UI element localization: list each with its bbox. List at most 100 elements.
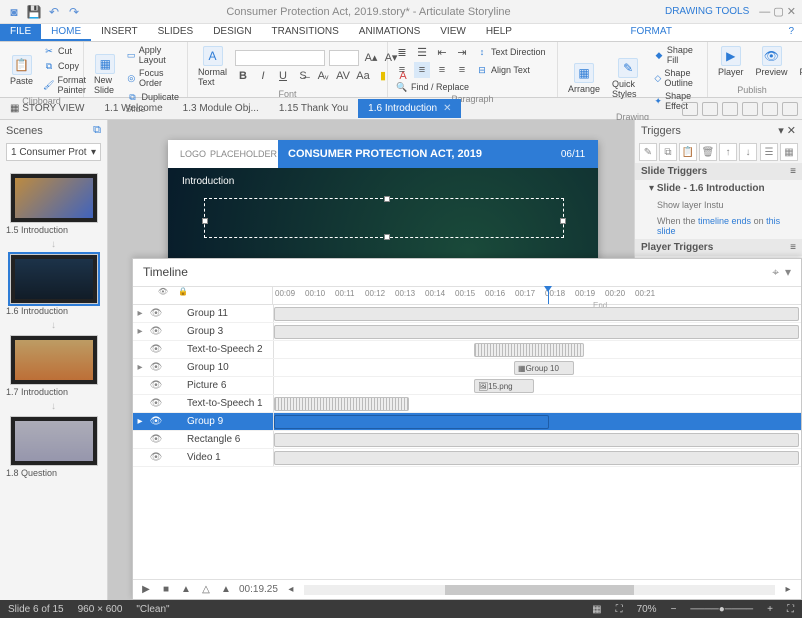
timeline-scrollbar[interactable] — [304, 585, 775, 595]
slide-thumb[interactable] — [10, 254, 98, 304]
tab-format[interactable]: FORMAT — [620, 24, 681, 41]
story-view-tab[interactable]: ▦ STORY VIEW — [0, 99, 94, 118]
timeline-collapse-icon[interactable]: ▾ — [785, 265, 791, 279]
text-direction-button[interactable]: ↕Text Direction — [474, 45, 548, 59]
zoom-pct[interactable]: 70% — [637, 604, 657, 615]
apply-layout-button[interactable]: ▭Apply Layout — [124, 44, 181, 66]
tab-file[interactable]: FILE — [0, 24, 41, 41]
align-text-button[interactable]: ⊟Align Text — [474, 63, 532, 77]
move-up-icon[interactable]: ↑ — [719, 143, 737, 161]
timeline-row[interactable]: 👁Picture 6🖼 15.png — [133, 377, 801, 395]
timeline-row[interactable]: 👁Text-to-Speech 1 — [133, 395, 801, 413]
tab-home[interactable]: HOME — [41, 24, 91, 41]
view-phone-landscape-icon[interactable] — [742, 102, 758, 116]
shape-outline-button[interactable]: ◇Shape Outline — [652, 67, 701, 89]
view-desktop-icon[interactable] — [682, 102, 698, 116]
manage-icon[interactable]: ▦ — [780, 143, 798, 161]
tab-welcome[interactable]: 1.1 Welcome — [94, 99, 172, 118]
play-icon[interactable]: ▶ — [139, 583, 153, 597]
scroll-left-icon[interactable]: ◂ — [284, 583, 298, 597]
timeline-ruler[interactable]: 00:09 00:10 00:11 00:12 00:13 00:14 00:1… — [273, 287, 801, 304]
view-settings-icon[interactable] — [782, 102, 798, 116]
publish-button[interactable]: ☁Publish — [796, 44, 802, 79]
timeline-row-selected[interactable]: ▸👁Group 9 — [133, 413, 801, 431]
bold-icon[interactable]: B — [235, 68, 251, 84]
redo-icon[interactable]: ↷ — [66, 4, 82, 20]
eye-col-icon[interactable]: 👁 — [153, 287, 173, 304]
char-spacing-icon[interactable]: AV — [335, 68, 351, 84]
tab-insert[interactable]: INSERT — [91, 24, 148, 41]
tab-introduction[interactable]: 1.6 Introduction✕ — [358, 99, 461, 118]
tab-animations[interactable]: ANIMATIONS — [349, 24, 430, 41]
expand-col-icon[interactable] — [133, 287, 153, 304]
timeline-row[interactable]: 👁Text-to-Speech 2 — [133, 341, 801, 359]
fit-window-icon[interactable]: ⛶ — [787, 604, 794, 615]
format-painter-button[interactable]: 🖌Format Painter — [41, 74, 89, 96]
playhead[interactable] — [548, 287, 549, 304]
arrange-button[interactable]: ▦Arrange — [564, 61, 604, 96]
new-trigger-icon[interactable]: ✎ — [639, 143, 657, 161]
align-left-icon[interactable]: ≡ — [394, 62, 410, 78]
zoom-out-timeline-icon[interactable]: ▲ — [179, 583, 193, 597]
tab-view[interactable]: VIEW — [430, 24, 476, 41]
minimize-icon[interactable]: ― — [759, 6, 770, 18]
quick-styles-button[interactable]: ✎Quick Styles — [608, 56, 648, 101]
undo-icon[interactable]: ↶ — [46, 4, 62, 20]
player-triggers-header[interactable]: Player Triggers≡ — [635, 239, 802, 256]
bullets-icon[interactable]: ≣ — [394, 44, 410, 60]
maximize-icon[interactable]: ▢ — [773, 6, 783, 18]
player-button[interactable]: ▶Player — [714, 44, 748, 79]
close-icon[interactable]: ✕ — [787, 6, 796, 18]
zoom-reset-timeline-icon[interactable]: △ — [199, 583, 213, 597]
paste-button[interactable]: 📋Paste — [6, 53, 37, 88]
lock-col-icon[interactable]: 🔒 — [173, 287, 193, 304]
view-tablet-landscape-icon[interactable] — [702, 102, 718, 116]
new-slide-button[interactable]: ▦New Slide — [90, 52, 120, 97]
stop-icon[interactable]: ■ — [159, 583, 173, 597]
zoom-in-timeline-icon[interactable]: ▲ — [219, 583, 233, 597]
help-icon[interactable]: ? — [780, 24, 802, 41]
shadow-icon[interactable]: Aᵥ — [315, 68, 331, 84]
view-tablet-portrait-icon[interactable] — [722, 102, 738, 116]
trigger-action[interactable]: Show layer Instu — [635, 197, 802, 213]
underline-icon[interactable]: U — [275, 68, 291, 84]
slide-triggers-header[interactable]: Slide Triggers≡ — [635, 163, 802, 180]
scene-selector[interactable]: 1 Consumer Prot▾ — [6, 143, 101, 161]
indent-dec-icon[interactable]: ⇤ — [434, 44, 450, 60]
tab-design[interactable]: DESIGN — [203, 24, 261, 41]
align-right-icon[interactable]: ≡ — [434, 62, 450, 78]
copy-trigger-icon[interactable]: ⧉ — [659, 143, 677, 161]
tab-slides[interactable]: SLIDES — [148, 24, 204, 41]
font-select[interactable] — [235, 50, 325, 66]
preview-button[interactable]: 👁Preview — [752, 44, 792, 79]
focus-order-button[interactable]: ◎Focus Order — [124, 67, 181, 89]
justify-icon[interactable]: ≡ — [454, 62, 470, 78]
italic-icon[interactable]: I — [255, 68, 271, 84]
shape-fill-button[interactable]: ◆Shape Fill — [652, 44, 701, 66]
tab-transitions[interactable]: TRANSITIONS — [262, 24, 349, 41]
timeline-anchor-icon[interactable]: ⌖ — [772, 265, 779, 279]
zoom-in-icon[interactable]: + — [767, 604, 773, 615]
triggers-collapse-icon[interactable]: ▾ ✕ — [778, 124, 796, 137]
scenes-popout-icon[interactable]: ⧉ — [93, 124, 101, 137]
slide-thumb[interactable] — [10, 416, 98, 466]
fit-icon[interactable]: ⛶ — [616, 604, 623, 615]
scroll-right-icon[interactable]: ▸ — [781, 583, 795, 597]
trigger-condition[interactable]: When the timeline ends on this slide — [635, 213, 802, 239]
size-select[interactable] — [329, 50, 359, 66]
indent-inc-icon[interactable]: ⇥ — [454, 44, 470, 60]
grow-font-icon[interactable]: A▴ — [363, 50, 379, 66]
strike-icon[interactable]: S̶ — [295, 68, 311, 84]
selection-box[interactable] — [204, 198, 564, 238]
variables-icon[interactable]: ☰ — [760, 143, 778, 161]
timeline-row[interactable]: 👁Video 1 — [133, 449, 801, 467]
zoom-slider[interactable]: ────●──── — [690, 604, 753, 615]
tab-module-obj[interactable]: 1.3 Module Obj... — [173, 99, 269, 118]
numbering-icon[interactable]: ☰ — [414, 44, 430, 60]
timeline-row[interactable]: ▸👁Group 11 — [133, 305, 801, 323]
view-phone-portrait-icon[interactable] — [762, 102, 778, 116]
paste-trigger-icon[interactable]: 📋 — [679, 143, 697, 161]
move-down-icon[interactable]: ↓ — [739, 143, 757, 161]
copy-button[interactable]: ⧉Copy — [41, 59, 89, 73]
save-icon[interactable]: 💾 — [26, 4, 42, 20]
